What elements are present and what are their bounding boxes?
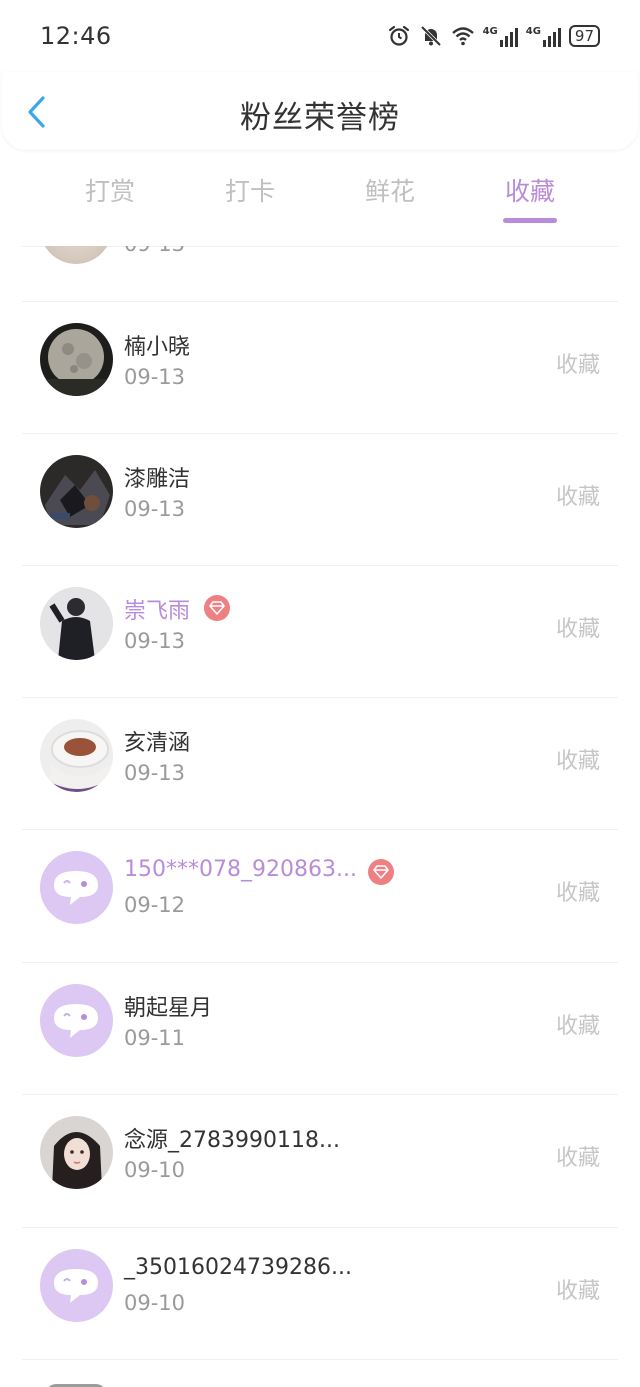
- default-chat-avatar[interactable]: [40, 984, 113, 1057]
- list-item-name: 150***078_920863...: [124, 857, 357, 882]
- list-item-name: 亥清涵: [124, 731, 191, 756]
- list-item-date: 09-13: [124, 761, 186, 785]
- signal-4g-icon: 4G: [483, 25, 518, 47]
- favorite-label: 收藏: [555, 749, 600, 774]
- list-item[interactable]: 亥清涵 09-13 收藏: [0, 697, 640, 829]
- active-tab-indicator: [503, 218, 557, 223]
- list-item-name: 崇飞雨: [124, 599, 191, 624]
- header: 粉丝荣誉榜: [2, 72, 638, 150]
- list-item-date: 09-13: [124, 497, 186, 521]
- wifi-icon: [451, 27, 474, 46]
- list-item-partial[interactable]: 09-13: [0, 246, 640, 302]
- status-icons: 4G 4G 97: [387, 24, 600, 48]
- status-time: 12:46: [40, 22, 112, 50]
- list-item[interactable]: 漆雕洁 09-13 收藏: [0, 433, 640, 565]
- list-item[interactable]: 150***078_920863... 09-12 收藏: [0, 829, 640, 961]
- favorite-label: 收藏: [555, 1146, 600, 1171]
- girl-photo-avatar[interactable]: [40, 1116, 113, 1189]
- list-item-name: _35016024739286...: [124, 1255, 352, 1280]
- page-title: 粉丝荣誉榜: [240, 100, 400, 136]
- alarm-icon: [388, 25, 409, 46]
- tab-reward[interactable]: 打赏: [40, 160, 180, 230]
- favorite-label: 收藏: [555, 881, 600, 906]
- list-item-date: 09-13: [124, 629, 186, 653]
- list-item-name: 漆雕洁: [124, 467, 191, 492]
- moon-photo-avatar[interactable]: [40, 323, 113, 396]
- tab-bar: 打赏 打卡 鲜花 收藏: [0, 160, 640, 230]
- default-chat-avatar[interactable]: [40, 851, 113, 924]
- tab-favorites[interactable]: 收藏: [460, 160, 600, 230]
- avatar: [40, 246, 112, 264]
- list-item-date: 09-12: [124, 893, 186, 917]
- coffee-photo-avatar[interactable]: [40, 719, 113, 792]
- dark-photo-avatar[interactable]: [40, 455, 113, 528]
- divider: [22, 1359, 618, 1360]
- list-item[interactable]: 念源_2783990118... 09-10 收藏: [0, 1094, 640, 1226]
- default-chat-avatar[interactable]: [40, 1249, 113, 1322]
- list-item-date: 09-10: [124, 1291, 186, 1315]
- list-item-date: 09-11: [124, 1026, 186, 1050]
- list-item[interactable]: 崇飞雨 09-13 收藏: [0, 565, 640, 697]
- favorite-label: 收藏: [555, 353, 600, 378]
- favorite-label: 收藏: [555, 485, 600, 510]
- status-bar: 12:46 4G 4G 97: [0, 0, 640, 72]
- mute-bell-icon: [420, 25, 441, 47]
- person-photo-avatar[interactable]: [40, 587, 113, 660]
- list-item-name: 朝起星月: [124, 996, 213, 1021]
- vip-diamond-icon: [204, 595, 230, 621]
- favorite-label: 收藏: [555, 1014, 600, 1039]
- battery-indicator: 97: [568, 25, 600, 47]
- list-item[interactable]: _35016024739286... 09-10 收藏: [0, 1227, 640, 1359]
- favorite-label: 收藏: [555, 1279, 600, 1304]
- tab-checkin[interactable]: 打卡: [180, 160, 320, 230]
- list-item-name: 楠小晓: [124, 335, 191, 360]
- list-item[interactable]: 楠小晓 09-13 收藏: [0, 301, 640, 433]
- list-item-date: 09-13: [124, 365, 186, 389]
- favorite-label: 收藏: [555, 617, 600, 642]
- list-item-name: 念源_2783990118...: [124, 1128, 340, 1153]
- vip-diamond-icon: [368, 859, 394, 885]
- list-item-date: 09-10: [124, 1158, 186, 1182]
- list-item-date: 09-13: [124, 246, 185, 256]
- tab-flowers[interactable]: 鲜花: [320, 160, 460, 230]
- list-item[interactable]: 朝起星月 09-11 收藏: [0, 962, 640, 1094]
- fan-list[interactable]: 09-13 楠小晓 09-13 收藏: [0, 246, 640, 1387]
- signal-4g-icon: 4G: [526, 25, 561, 47]
